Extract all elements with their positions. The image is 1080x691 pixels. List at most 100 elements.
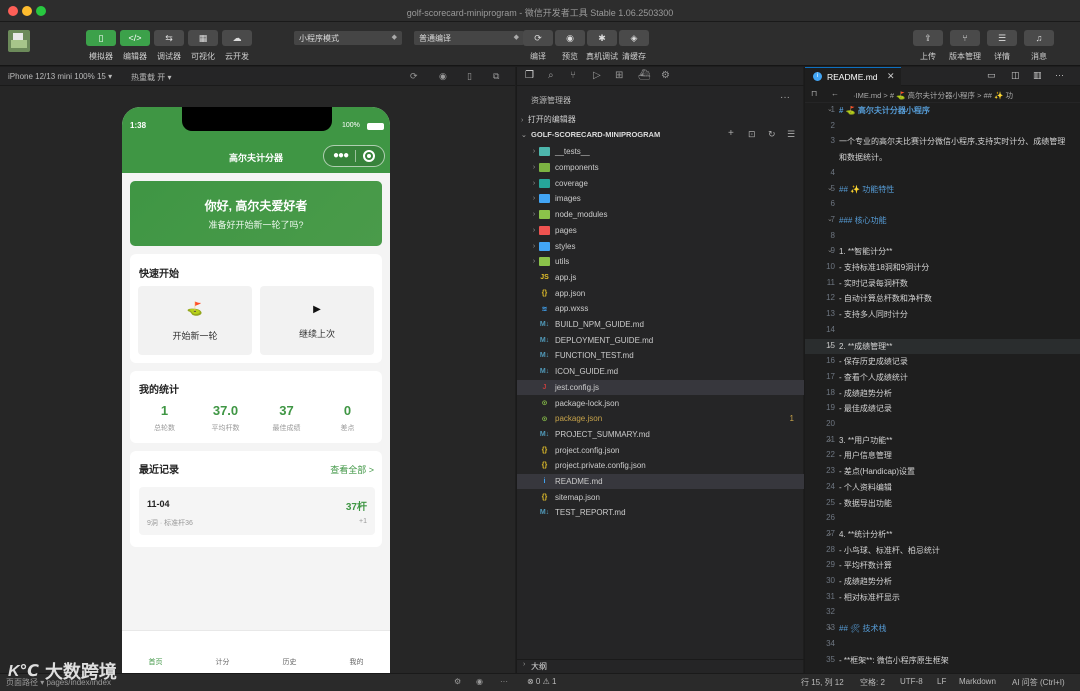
code-line[interactable]: - 支持多人同时计分	[839, 309, 908, 320]
file-item[interactable]: M↓ ICON_GUIDE.md	[517, 364, 804, 380]
preview-eye-icon[interactable]: ◉	[476, 677, 483, 686]
code-line[interactable]: 2. **成绩管理**	[839, 341, 892, 352]
right-button-0[interactable]: ⇪	[913, 30, 943, 46]
eol-setting[interactable]: LF	[937, 677, 946, 686]
code-line[interactable]: - 成绩趋势分析	[839, 388, 892, 399]
collapse-all-icon[interactable]: ☰	[787, 129, 795, 140]
new-folder-icon[interactable]: ⊡	[748, 129, 756, 140]
preview-icon[interactable]: ▭	[987, 70, 996, 81]
code-line[interactable]: - 支持标准18洞和9洞计分	[839, 262, 929, 273]
explorer-more-icon[interactable]: ···	[780, 92, 790, 103]
split-editor-icon[interactable]: ▥	[1033, 70, 1042, 81]
code-line[interactable]: 4. **统计分析**	[839, 529, 892, 540]
continue-last-button[interactable]: ▶ 继续上次	[260, 286, 374, 355]
code-line[interactable]: - 自动计算总杆数和净杆数	[839, 293, 932, 304]
rotate-icon[interactable]: ⟳	[410, 71, 418, 82]
outline-section[interactable]: › 大纲	[517, 659, 804, 673]
compile-select[interactable]: 普通编译 ◆	[414, 31, 524, 45]
code-line[interactable]: # ⛳ 高尔夫计分器小程序	[839, 105, 930, 116]
center-button-1[interactable]: ◉	[555, 30, 585, 46]
language-mode[interactable]: Markdown	[959, 677, 996, 686]
editor-more-icon[interactable]: ···	[1055, 70, 1064, 80]
folder-item[interactable]: › images	[517, 191, 804, 207]
mode-select[interactable]: 小程序模式 ◆	[294, 31, 402, 45]
more-status-icon[interactable]: ···	[500, 677, 508, 686]
fold-chevron-icon[interactable]: ⌄	[827, 215, 833, 223]
code-line[interactable]: - 差点(Handicap)设置	[839, 466, 915, 477]
file-item[interactable]: ≋ app.wxss	[517, 301, 804, 317]
file-item[interactable]: {} project.private.config.json	[517, 458, 804, 474]
code-line[interactable]: 1. **智能计分**	[839, 246, 892, 257]
fold-chevron-icon[interactable]: ⌄	[827, 435, 833, 443]
tab-item-3[interactable]: 我的	[323, 657, 390, 667]
code-line[interactable]: - 数据导出功能	[839, 498, 892, 509]
encoding-setting[interactable]: UTF-8	[900, 677, 923, 686]
record-icon[interactable]: ◉	[439, 71, 447, 82]
left-button-1[interactable]: </>	[120, 30, 150, 46]
split-preview-icon[interactable]: ◫	[1011, 70, 1020, 81]
right-button-3[interactable]: ♫	[1024, 30, 1054, 46]
project-section[interactable]: ⌄ GOLF-SCORECARD-MINIPROGRAM	[521, 130, 660, 139]
code-line[interactable]: - 用户信息管理	[839, 450, 892, 461]
close-miniprogram-icon[interactable]	[363, 150, 375, 162]
code-line[interactable]: - 保存历史成绩记录	[839, 356, 908, 367]
git-icon[interactable]: ⑂	[570, 70, 576, 81]
extensions-icon[interactable]: ⊞	[615, 70, 623, 81]
right-button-2[interactable]: ☰	[987, 30, 1017, 46]
file-item[interactable]: M↓ TEST_REPORT.md	[517, 505, 804, 521]
indent-setting[interactable]: 空格: 2	[860, 677, 885, 688]
left-button-3[interactable]: ▦	[188, 30, 218, 46]
settings-gear-icon[interactable]: ⚙	[661, 70, 670, 81]
file-item[interactable]: {} app.json	[517, 285, 804, 301]
fold-chevron-icon[interactable]: ⌄	[827, 529, 833, 537]
breadcrumb[interactable]: ·IME.md > # ⛳ 高尔夫计分器小程序 > ## ✨ 功	[853, 90, 1080, 101]
folder-item[interactable]: › utils	[517, 254, 804, 270]
code-line[interactable]: ## ✨ 功能特性	[839, 184, 894, 195]
bookmark-icon[interactable]: ⊓	[811, 89, 817, 98]
new-file-icon[interactable]: +	[728, 128, 734, 139]
file-item[interactable]: {} sitemap.json	[517, 489, 804, 505]
back-arrow-icon[interactable]: ←	[831, 89, 839, 98]
folder-item[interactable]: › node_modules	[517, 207, 804, 223]
code-line[interactable]: 3. **用户功能**	[839, 435, 892, 446]
file-item[interactable]: M↓ PROJECT_SUMMARY.md	[517, 427, 804, 443]
more-dots-icon[interactable]: ●●●	[333, 150, 349, 161]
left-button-2[interactable]: ⇆	[154, 30, 184, 46]
code-line[interactable]: ### 核心功能	[839, 215, 887, 226]
right-button-1[interactable]: ⑂	[950, 30, 980, 46]
code-line[interactable]: ## 🛠 技术栈	[839, 623, 887, 634]
docker-icon[interactable]: ⛴	[638, 70, 651, 81]
file-item[interactable]: M↓ DEPLOYMENT_GUIDE.md	[517, 332, 804, 348]
file-item[interactable]: Jjest.config.js	[517, 379, 804, 396]
left-button-0[interactable]: ▯	[86, 30, 116, 46]
tab-item-2[interactable]: 历史	[256, 657, 323, 667]
left-button-4[interactable]: ☁	[222, 30, 252, 46]
view-all-link[interactable]: 查看全部 >	[330, 463, 374, 476]
file-item[interactable]: M↓ FUNCTION_TEST.md	[517, 348, 804, 364]
refresh-explorer-icon[interactable]: ↻	[768, 129, 776, 140]
file-item[interactable]: JS app.js	[517, 270, 804, 286]
code-line[interactable]: - 最佳成绩记录	[839, 403, 892, 414]
device-icon[interactable]: ▯	[467, 71, 472, 82]
folder-item[interactable]: › components	[517, 160, 804, 176]
hot-reload-toggle[interactable]: 热重载 开 ▾	[131, 72, 171, 83]
recent-record-item[interactable]: 11-04 9洞 · 标准杆36 37杆 +1	[139, 487, 375, 535]
fold-chevron-icon[interactable]: ⌄	[827, 341, 833, 349]
code-line[interactable]: - 个人资料编辑	[839, 482, 892, 493]
ai-assistant[interactable]: AI 问答 (Ctrl+I)	[1012, 677, 1065, 688]
tab-close-icon[interactable]: ✕	[887, 71, 895, 82]
file-item[interactable]: ⊙ package-lock.json	[517, 395, 804, 411]
folder-item[interactable]: › styles	[517, 238, 804, 254]
file-item[interactable]: M↓ BUILD_NPM_GUIDE.md	[517, 317, 804, 333]
debug-run-icon[interactable]: ▷	[593, 70, 601, 81]
tab-item-0[interactable]: 首页	[122, 657, 189, 667]
code-line[interactable]: - 成绩趋势分析	[839, 576, 892, 587]
center-button-2[interactable]: ✱	[587, 30, 617, 46]
code-line[interactable]: - 小鸟球、标准杆、柏忌统计	[839, 545, 940, 556]
folder-item[interactable]: › pages	[517, 223, 804, 239]
tab-item-1[interactable]: 计分	[189, 657, 256, 667]
bug-report-icon[interactable]: ⚙	[454, 677, 461, 686]
editor-tab-readme[interactable]: i README.md ✕	[805, 67, 901, 86]
folder-item[interactable]: › __tests__	[517, 144, 804, 160]
code-line[interactable]: - 查看个人成绩统计	[839, 372, 908, 383]
